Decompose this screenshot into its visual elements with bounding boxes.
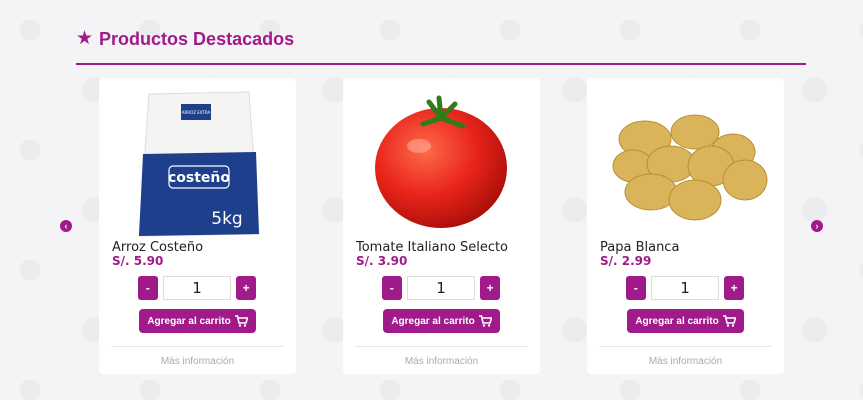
product-name: Papa Blanca	[600, 240, 680, 255]
product-card: Tomate Italiano Selecto S/. 3.90 - 1 + A…	[343, 78, 540, 374]
cart-icon	[234, 315, 248, 327]
product-price: S/. 3.90	[356, 254, 408, 268]
product-name: Arroz Costeño	[112, 240, 204, 255]
card-divider	[111, 346, 284, 347]
product-image-potatoes	[612, 114, 768, 221]
product-price: S/. 2.99	[600, 254, 652, 268]
featured-products-section: ★ Productos Destacados ‹ › ARROZ EXTRA c…	[0, 0, 863, 400]
carousel-prev-button[interactable]: ‹	[60, 220, 72, 232]
quantity-stepper: - 1 +	[626, 276, 744, 300]
add-to-cart-label: Agregar al carrito	[147, 315, 231, 327]
cart-icon	[478, 315, 492, 327]
bag-weight-label: 5kg	[211, 209, 242, 229]
bag-top-label: ARROZ EXTRA	[182, 110, 211, 115]
decrease-quantity-button[interactable]: -	[626, 276, 646, 300]
add-to-cart-button[interactable]: Agregar al carrito	[383, 309, 500, 333]
quantity-input[interactable]: 1	[406, 276, 476, 300]
cart-icon	[722, 315, 736, 327]
carousel-next-button[interactable]: ›	[811, 220, 823, 232]
card-divider	[355, 346, 528, 347]
card-divider	[599, 346, 772, 347]
increase-quantity-button[interactable]: +	[480, 276, 500, 300]
product-price: S/. 5.90	[112, 254, 164, 268]
product-name: Tomate Italiano Selecto	[356, 240, 509, 255]
chevron-right-icon: ›	[815, 221, 819, 231]
add-to-cart-button[interactable]: Agregar al carrito	[627, 309, 744, 333]
more-info-link[interactable]: Más información	[99, 356, 296, 367]
add-to-cart-label: Agregar al carrito	[635, 315, 719, 327]
quantity-input[interactable]: 1	[162, 276, 232, 300]
add-to-cart-label: Agregar al carrito	[391, 315, 475, 327]
increase-quantity-button[interactable]: +	[236, 276, 256, 300]
add-to-cart-button[interactable]: Agregar al carrito	[139, 309, 256, 333]
decrease-quantity-button[interactable]: -	[138, 276, 158, 300]
section-title: Productos Destacados	[99, 29, 295, 49]
product-image-tomato	[375, 95, 507, 228]
quantity-stepper: - 1 +	[138, 276, 256, 300]
product-image-rice-bag: ARROZ EXTRA costeño 5kg	[138, 91, 260, 237]
star-icon: ★	[76, 28, 94, 49]
section-header: ★ Productos Destacados	[76, 27, 806, 65]
more-info-link[interactable]: Más información	[587, 356, 784, 367]
chevron-left-icon: ‹	[64, 221, 68, 231]
increase-quantity-button[interactable]: +	[724, 276, 744, 300]
quantity-stepper: - 1 +	[382, 276, 500, 300]
more-info-link[interactable]: Más información	[343, 356, 540, 367]
decrease-quantity-button[interactable]: -	[382, 276, 402, 300]
bag-brand-label: costeño	[168, 170, 230, 186]
product-card: ARROZ EXTRA costeño 5kg Arroz Costeño S/…	[99, 78, 296, 374]
quantity-input[interactable]: 1	[650, 276, 720, 300]
product-card: Papa Blanca S/. 2.99 - 1 + Agregar al ca…	[587, 78, 784, 374]
